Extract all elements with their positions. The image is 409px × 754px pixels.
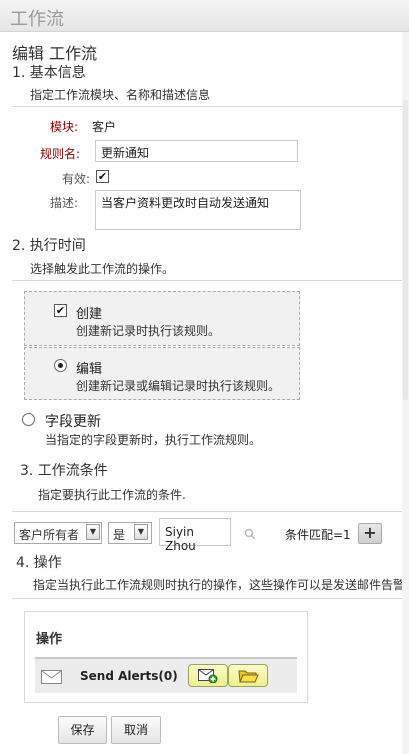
section-conditions-desc: 指定要执行此工作流的条件. [38,488,186,502]
divider [12,280,409,281]
edit-option-desc: 创建新记录或编辑记录时执行该规则。 [76,379,281,393]
section-actions-desc: 指定当执行此工作流规则时执行的操作，这些操作可以是发送邮件告警 [33,578,406,592]
edit-radio[interactable] [54,359,67,372]
folder-open-icon [238,670,259,683]
section-timing-title: 2. 执行时间 [12,238,86,254]
section-conditions-title: 3. 工作流条件 [20,463,108,479]
field-update-radio[interactable] [22,413,35,426]
description-textarea[interactable]: 当客户资料更改时自动发送通知 [95,190,301,230]
rule-name-label: 规则名: [40,147,81,161]
cancel-button[interactable]: 取消 [111,716,161,744]
description-label: 描述: [50,196,79,210]
divider [12,106,409,107]
condition-field-value: 客户所有者 [19,528,80,542]
divider [12,598,409,599]
mail-icon [41,670,62,684]
condition-match-text: 条件匹配=1 [285,528,351,542]
chevron-down-icon[interactable]: ▼ [86,524,100,540]
active-checkbox[interactable]: ✔ [96,170,109,183]
new-alert-button[interactable] [188,664,228,687]
divider [12,511,409,512]
mail-add-icon [198,669,218,683]
create-option-desc: 创建新记录时执行该规则。 [76,324,221,338]
edit-option-label: 编辑 [76,362,103,377]
section-timing-desc: 选择触发此工作流的操作。 [30,262,175,276]
module-label: 模块: [50,120,79,134]
search-icon[interactable] [244,528,256,540]
plus-icon: + [363,523,377,542]
add-condition-button[interactable]: + [358,523,382,544]
chevron-down-icon[interactable]: ▼ [134,524,148,540]
field-update-label: 字段更新 [45,414,101,430]
condition-operator-value: 是 [113,528,126,542]
section-basic-title: 1. 基本信息 [12,65,86,81]
active-label: 有效: [62,172,91,186]
top-bar: 工作流 [0,0,409,32]
module-value: 客户 [92,120,117,134]
section-actions-title: 4. 操作 [16,555,62,571]
scrollbar-thumb[interactable] [403,100,408,400]
send-alerts-label[interactable]: Send Alerts(0) [80,669,178,683]
create-checkbox[interactable]: ✔ [54,304,67,317]
select-existing-alert-button[interactable] [228,664,268,687]
app-title: 工作流 [10,9,64,30]
field-update-desc: 当指定的字段更新时，执行工作流规则。 [45,433,262,447]
section-basic-desc: 指定工作流模块、名称和描述信息 [30,88,211,102]
rule-name-input[interactable]: 更新通知 [95,140,298,162]
actions-panel-title: 操作 [36,632,63,647]
save-button[interactable]: 保存 [58,716,107,744]
create-option-label: 创建 [76,307,103,322]
page-title: 编辑 工作流 [12,44,98,63]
condition-value-input[interactable]: Siyin Zhou [159,518,231,553]
